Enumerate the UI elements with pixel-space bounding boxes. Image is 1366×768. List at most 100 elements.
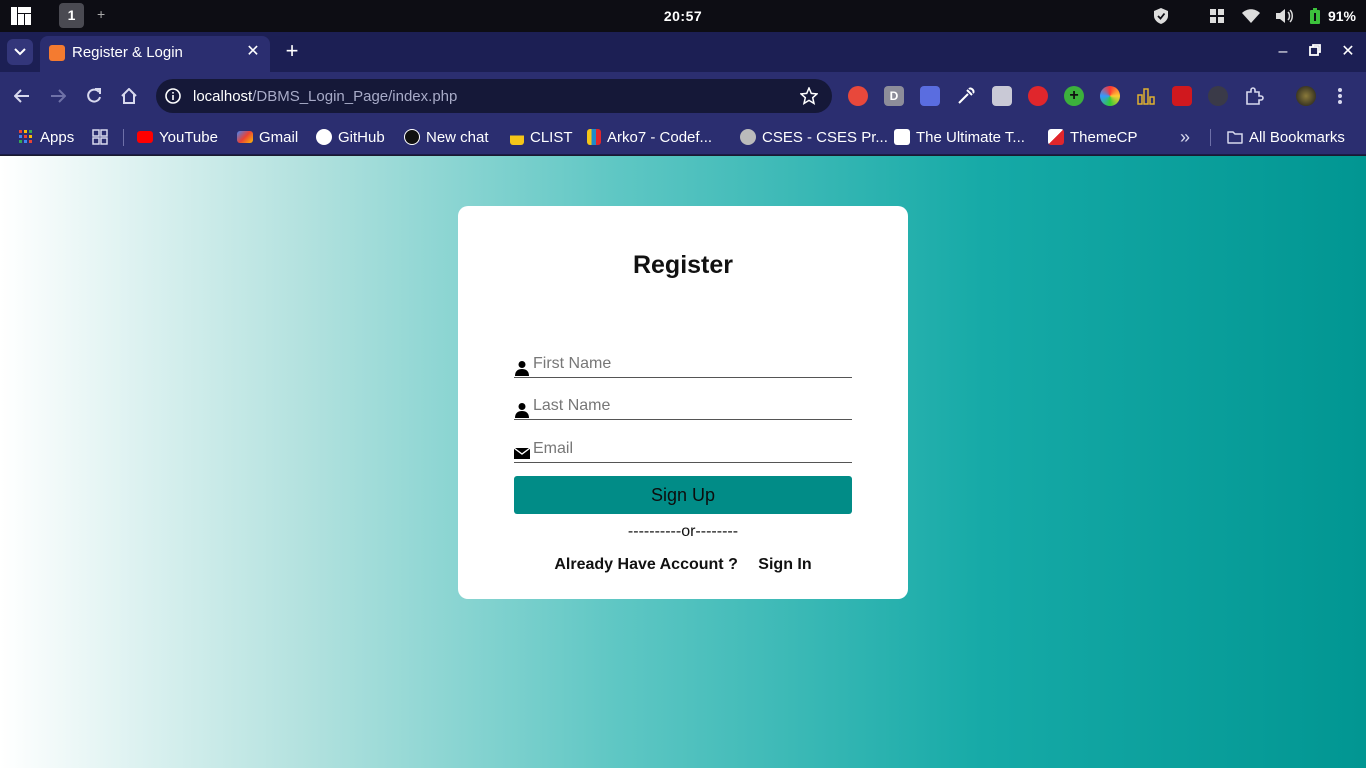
- bookmark-label: New chat: [426, 128, 489, 146]
- extension-dark-mode-icon[interactable]: [1208, 86, 1228, 106]
- bookmark-label: Arko7 - Codef...: [607, 128, 713, 146]
- or-divider: ----------or--------: [627, 523, 739, 540]
- bookmark-label: Gmail: [259, 128, 299, 146]
- all-bookmarks-label: All Bookmarks: [1249, 128, 1345, 146]
- browser-toolbar: localhost/DBMS_Login_Page/index.php D +: [0, 72, 1366, 120]
- bookmarks-separator: [1210, 129, 1211, 146]
- bookmark-star-icon[interactable]: [800, 87, 818, 105]
- first-name-input[interactable]: [533, 353, 848, 375]
- bookmark-label: Apps: [40, 128, 75, 146]
- extension-d-icon[interactable]: D: [884, 86, 904, 106]
- page-viewport: Register Sign Up ----------or-------- Al…: [0, 156, 1366, 768]
- back-button[interactable]: [10, 84, 34, 108]
- grid-icon: [92, 129, 108, 145]
- bookmark-clist[interactable]: CLIST: [510, 126, 573, 148]
- forward-button[interactable]: [46, 84, 70, 108]
- extension-touch-icon[interactable]: [992, 86, 1012, 106]
- bookmark-youtube[interactable]: YouTube: [137, 126, 218, 148]
- bookmark-themecp[interactable]: ThemeCP: [1048, 126, 1138, 148]
- tab-strip: Register & Login ✕ + – ✕: [0, 32, 1366, 72]
- url-host: localhost: [193, 88, 253, 105]
- register-card: Register Sign Up ----------or-------- Al…: [458, 206, 908, 599]
- email-input[interactable]: [533, 438, 848, 460]
- apps-grid-icon: [19, 130, 32, 143]
- sign-up-button[interactable]: Sign Up: [514, 476, 852, 514]
- url-path: /DBMS_Login_Page/index.php: [252, 88, 458, 105]
- first-name-field: [514, 350, 852, 378]
- shield-icon[interactable]: [1150, 5, 1172, 27]
- system-tray: 91%: [1138, 5, 1356, 27]
- bookmark-cses[interactable]: CSES - CSES Pr...: [740, 126, 888, 148]
- battery-icon[interactable]: [1308, 5, 1322, 27]
- home-icon: [121, 88, 137, 104]
- tab-search-button[interactable]: [7, 39, 33, 65]
- email-field: [514, 435, 852, 463]
- close-window-icon[interactable]: ✕: [1336, 40, 1360, 64]
- extensions-puzzle-icon[interactable]: [1244, 86, 1264, 106]
- youtube-icon: [137, 131, 153, 143]
- info-icon[interactable]: [165, 88, 181, 104]
- bookmarks-separator: [123, 129, 124, 146]
- extension-chart-icon[interactable]: [1136, 86, 1156, 106]
- cses-icon: [740, 129, 756, 145]
- tab-title: Register & Login: [72, 44, 183, 61]
- extension-colorwheel-icon[interactable]: [1100, 86, 1120, 106]
- sign-in-link[interactable]: Sign In: [758, 556, 811, 573]
- folder-icon: [1227, 131, 1243, 144]
- codeforces-icon: [587, 129, 601, 145]
- url-text[interactable]: localhost/DBMS_Login_Page/index.php: [193, 88, 457, 105]
- minimize-icon[interactable]: –: [1271, 40, 1295, 64]
- bookmark-github[interactable]: GitHub: [316, 126, 385, 148]
- home-button[interactable]: [117, 84, 141, 108]
- chevron-down-icon: [14, 48, 26, 56]
- profile-avatar[interactable]: [1296, 86, 1316, 106]
- arrow-left-icon: [14, 89, 29, 103]
- gmail-icon: [237, 131, 253, 143]
- new-tab-button[interactable]: +: [282, 40, 302, 62]
- notion-icon: [894, 129, 910, 145]
- battery-percentage: 91%: [1327, 8, 1356, 24]
- user-icon: [515, 361, 529, 376]
- bookmarks-bar: Apps YouTube Gmail GitHub New chat CLIST…: [0, 120, 1366, 155]
- xampp-icon: [49, 45, 65, 61]
- wifi-icon[interactable]: [1240, 5, 1262, 27]
- close-tab-icon[interactable]: ✕: [244, 43, 262, 61]
- bookmark-gmail[interactable]: Gmail: [237, 126, 298, 148]
- os-top-bar: 1 + 20:57 91%: [0, 0, 1366, 32]
- bookmark-label: The Ultimate T...: [916, 128, 1025, 146]
- arrow-right-icon: [51, 89, 66, 103]
- restore-icon[interactable]: [1303, 40, 1327, 64]
- address-bar[interactable]: localhost/DBMS_Login_Page/index.php: [156, 79, 832, 113]
- extension-pdf-icon[interactable]: [1172, 86, 1192, 106]
- overflow-chevron-icon: »: [1180, 126, 1191, 147]
- bookmarks-overflow-button[interactable]: »: [1180, 126, 1190, 148]
- bookmark-apps[interactable]: Apps: [18, 126, 74, 148]
- last-name-input[interactable]: [533, 395, 848, 417]
- reload-icon: [87, 88, 101, 103]
- apps-grid-icon[interactable]: [1206, 5, 1228, 27]
- bookmark-ultimate[interactable]: The Ultimate T...: [894, 126, 1025, 148]
- bookmark-label: CSES - CSES Pr...: [762, 128, 888, 146]
- tab-groups-button[interactable]: [92, 126, 108, 148]
- extension-red-circle-icon[interactable]: [1028, 86, 1048, 106]
- sign-in-prompt: Already Have Account ? Sign In: [458, 556, 908, 574]
- chatgpt-icon: [404, 129, 420, 145]
- extension-infinity-icon[interactable]: [848, 86, 868, 106]
- bookmark-label: CLIST: [530, 128, 573, 146]
- user-icon: [515, 403, 529, 418]
- last-name-field: [514, 392, 852, 420]
- extension-eyedropper-icon[interactable]: [956, 86, 976, 106]
- reload-button[interactable]: [82, 84, 106, 108]
- active-tab[interactable]: Register & Login ✕: [40, 36, 270, 72]
- clist-icon: [510, 129, 524, 145]
- bookmark-label: GitHub: [338, 128, 385, 146]
- extension-translate-icon[interactable]: [920, 86, 940, 106]
- bookmark-codeforces[interactable]: Arko7 - Codef...: [587, 126, 712, 148]
- bookmark-new-chat[interactable]: New chat: [404, 126, 489, 148]
- extension-plus-icon[interactable]: +: [1064, 86, 1084, 106]
- menu-kebab-icon[interactable]: [1334, 86, 1346, 106]
- bookmark-label: YouTube: [159, 128, 218, 146]
- themecp-icon: [1048, 129, 1064, 145]
- volume-icon[interactable]: [1274, 5, 1296, 27]
- all-bookmarks-button[interactable]: All Bookmarks: [1227, 126, 1345, 148]
